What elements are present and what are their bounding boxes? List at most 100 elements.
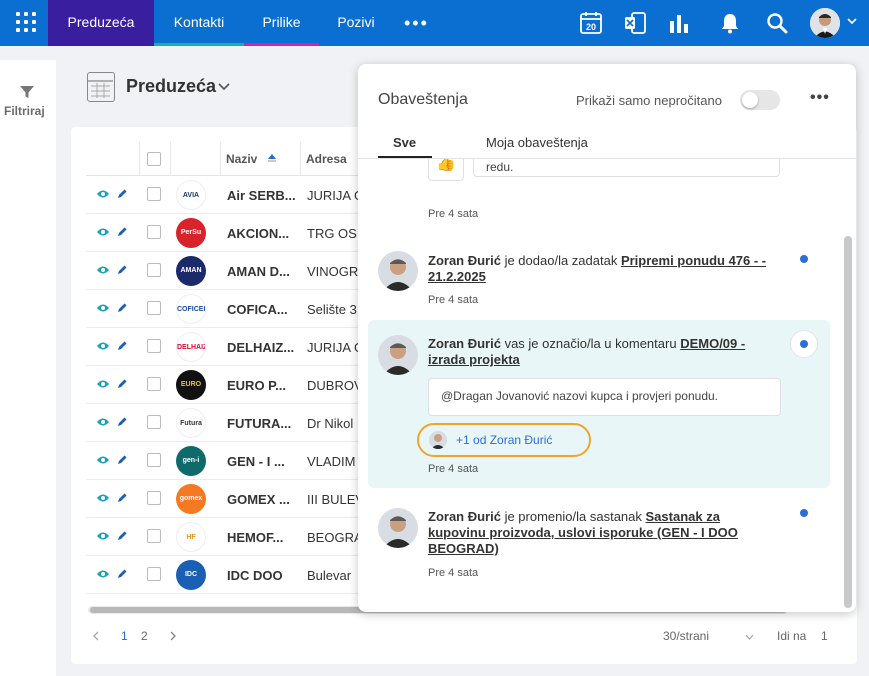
company-name[interactable]: EURO P... <box>227 378 297 393</box>
company-name[interactable]: IDC DOO <box>227 568 297 583</box>
table-row[interactable]: HF HEMOF... BEOGRA <box>86 518 378 556</box>
row-checkbox[interactable] <box>147 453 161 467</box>
page-2-link[interactable]: 2 <box>141 629 148 643</box>
unread-indicator[interactable] <box>790 330 818 358</box>
chevron-down-icon[interactable] <box>846 15 858 27</box>
column-header-name[interactable]: Naziv <box>226 142 277 176</box>
user-avatar[interactable] <box>810 8 840 38</box>
row-checkbox[interactable] <box>147 187 161 201</box>
search-icon[interactable] <box>765 11 789 35</box>
bell-icon[interactable] <box>718 11 742 35</box>
table-row[interactable]: gomex GOMEX ... III BULEV <box>86 480 378 518</box>
nav-tab-kontakti[interactable]: Kontakti <box>154 0 244 46</box>
company-name[interactable]: DELHAIZ... <box>227 340 297 355</box>
notifications-scrollbar[interactable] <box>844 236 852 608</box>
edit-icon[interactable] <box>116 568 128 580</box>
filter-icon[interactable] <box>19 84 35 100</box>
nav-tab-pozivi[interactable]: Pozivi <box>319 0 393 46</box>
row-checkbox[interactable] <box>147 301 161 315</box>
company-name[interactable]: GOMEX ... <box>227 492 297 507</box>
calendar-day: 20 <box>586 22 596 32</box>
table-row[interactable]: DELHAIZEDELHAIZ...JURIJA G <box>86 328 378 366</box>
phone-log-icon[interactable] <box>623 11 647 35</box>
table-row[interactable]: gen-i GEN - I ... VLADIM <box>86 442 378 480</box>
table-row[interactable]: EURO PROMEURO P...DUBROV <box>86 366 378 404</box>
edit-icon[interactable] <box>116 226 128 238</box>
calendar-icon[interactable]: 20 <box>579 11 603 35</box>
table-row[interactable]: IDC IDC DOO Bulevar <box>86 556 378 594</box>
row-checkbox[interactable] <box>147 339 161 353</box>
view-icon[interactable] <box>96 302 110 314</box>
company-name[interactable]: AKCION... <box>227 226 297 241</box>
company-name[interactable]: Air SERB... <box>227 188 297 203</box>
unread-only-toggle[interactable] <box>740 90 780 110</box>
notification-item[interactable]: 👍 @Jelena Janković prvi sastanak sa klij… <box>368 159 830 229</box>
chevron-down-icon[interactable] <box>745 634 754 641</box>
nav-tab-prilike[interactable]: Prilike <box>244 0 319 46</box>
company-name[interactable]: HEMOF... <box>227 530 297 545</box>
view-icon[interactable] <box>96 454 110 466</box>
filter-label[interactable]: Filtriraj <box>4 104 45 118</box>
company-name[interactable]: GEN - I ... <box>227 454 297 469</box>
table-row[interactable]: AVIA Air SERB... JURIJA G <box>86 176 378 214</box>
reaction-pill[interactable]: +1 od Zoran Đurić <box>417 423 591 457</box>
select-all-checkbox[interactable] <box>147 142 161 176</box>
table-row[interactable]: COFICEB COFICA... Selište 3 <box>86 290 378 328</box>
view-icon[interactable] <box>96 226 110 238</box>
app-launcher-icon[interactable] <box>16 12 36 32</box>
row-checkbox[interactable] <box>147 567 161 581</box>
nav-tab-label: Pozivi <box>337 14 375 30</box>
view-icon[interactable] <box>96 416 110 428</box>
view-icon[interactable] <box>96 378 110 390</box>
column-header-name-label: Naziv <box>226 152 258 166</box>
company-name[interactable]: COFICA... <box>227 302 297 317</box>
company-name[interactable]: FUTURA... <box>227 416 297 431</box>
view-icon[interactable] <box>96 530 110 542</box>
nav-tab-preduzeca[interactable]: Preduzeća <box>48 0 154 46</box>
chevron-left-icon[interactable] <box>92 631 100 641</box>
row-checkbox[interactable] <box>147 263 161 277</box>
nav-tab-label: Preduzeća <box>67 14 135 30</box>
page-title[interactable]: Preduzeća <box>126 76 216 97</box>
notification-item[interactable]: Zoran Đurić je dodao/la zadatak Pripremi… <box>368 244 830 314</box>
company-name[interactable]: AMAN D... <box>227 264 297 279</box>
edit-icon[interactable] <box>116 416 128 428</box>
notification-item[interactable]: Zoran Đurić je promenio/la sastanak Sast… <box>368 498 830 588</box>
company-logo: AVIA <box>176 180 206 210</box>
row-checkbox[interactable] <box>147 377 161 391</box>
view-icon[interactable] <box>96 188 110 200</box>
tab-my-notifications[interactable]: Moja obaveštenja <box>486 135 588 150</box>
page-1-link[interactable]: 1 <box>121 629 128 643</box>
row-checkbox[interactable] <box>147 225 161 239</box>
tab-all[interactable]: Sve <box>393 135 416 150</box>
chevron-down-icon[interactable] <box>218 82 230 92</box>
per-page-select[interactable]: 30/strani <box>663 629 709 643</box>
edit-icon[interactable] <box>116 188 128 200</box>
edit-icon[interactable] <box>116 492 128 504</box>
unread-indicator[interactable] <box>800 255 808 263</box>
table-row[interactable]: PerSu AKCION... TRG OSI <box>86 214 378 252</box>
edit-icon[interactable] <box>116 302 128 314</box>
edit-icon[interactable] <box>116 454 128 466</box>
goto-page-input[interactable]: 1 <box>821 629 828 643</box>
view-icon[interactable] <box>96 264 110 276</box>
row-checkbox[interactable] <box>147 529 161 543</box>
view-icon[interactable] <box>96 568 110 580</box>
row-checkbox[interactable] <box>147 491 161 505</box>
view-icon[interactable] <box>96 340 110 352</box>
table-row[interactable]: AMAN AMAN D... VINOGR <box>86 252 378 290</box>
unread-indicator[interactable] <box>800 509 808 517</box>
column-header-address[interactable]: Adresa <box>306 142 347 176</box>
edit-icon[interactable] <box>116 378 128 390</box>
nav-more-button[interactable]: ••• <box>404 13 429 34</box>
view-icon[interactable] <box>96 492 110 504</box>
row-checkbox[interactable] <box>147 415 161 429</box>
edit-icon[interactable] <box>116 530 128 542</box>
edit-icon[interactable] <box>116 340 128 352</box>
notifications-more-button[interactable]: ••• <box>810 89 830 107</box>
edit-icon[interactable] <box>116 264 128 276</box>
reports-icon[interactable] <box>667 11 691 35</box>
chevron-right-icon[interactable] <box>169 631 177 641</box>
notification-item[interactable]: Zoran Đurić vas je označio/la u komentar… <box>368 320 830 488</box>
table-row[interactable]: Futura FUTURA... Dr Nikol <box>86 404 378 442</box>
